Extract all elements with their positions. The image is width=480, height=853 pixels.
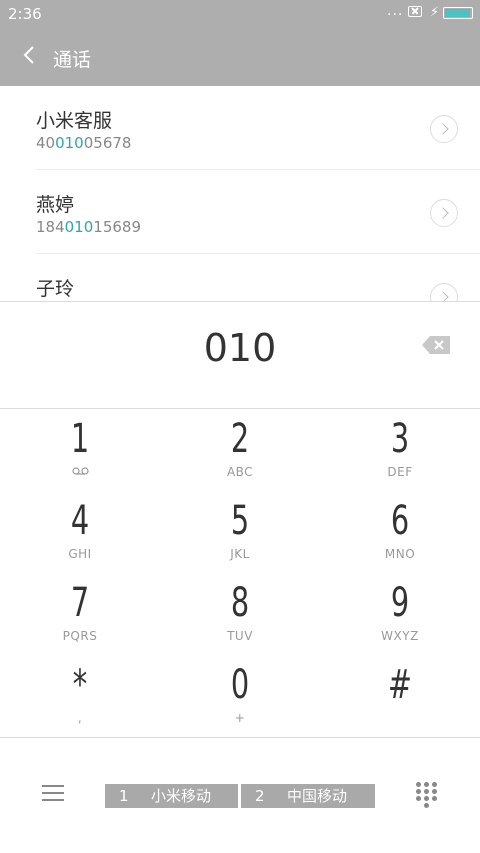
dial-display: 010 xyxy=(0,301,480,409)
key-0[interactable]: 0 + xyxy=(160,655,320,737)
voicemail-icon xyxy=(72,467,89,475)
contact-name: 小米客服 xyxy=(36,110,113,132)
sim-selector: 1 小米移动 2 中国移动 xyxy=(105,784,375,808)
more-notifications-icon: ... xyxy=(387,3,404,19)
charging-icon: ⚡ xyxy=(430,5,440,20)
back-icon[interactable] xyxy=(20,44,42,66)
contact-number: 4001005678 xyxy=(36,134,132,152)
key-letters: ABC xyxy=(226,465,254,479)
key-digit: 1 xyxy=(70,416,90,462)
chevron-right-icon[interactable] xyxy=(430,115,458,143)
sim-slot: 1 xyxy=(119,787,129,805)
chevron-right-icon[interactable] xyxy=(430,283,458,301)
key-digit: 0 xyxy=(230,662,250,708)
status-time: 2:36 xyxy=(8,5,42,23)
key-3[interactable]: 3 DEF xyxy=(320,409,480,491)
key-letters: DEF xyxy=(387,465,413,479)
key-letters: JKL xyxy=(230,547,250,561)
key-5[interactable]: 5 JKL xyxy=(160,491,320,573)
contact-number: 18401015689 xyxy=(36,218,141,236)
app-header: 通话 xyxy=(0,28,480,86)
battery-icon xyxy=(443,7,473,19)
key-hash[interactable]: # xyxy=(320,655,480,737)
backspace-icon[interactable] xyxy=(421,335,451,355)
contact-suggestion-list: 小米客服 4001005678 燕婷 18401015689 子玲 xyxy=(0,86,480,301)
key-2[interactable]: 2 ABC xyxy=(160,409,320,491)
key-6[interactable]: 6 MNO xyxy=(320,491,480,573)
key-9[interactable]: 9 WXYZ xyxy=(320,573,480,655)
key-8[interactable]: 8 TUV xyxy=(160,573,320,655)
key-digit: 4 xyxy=(70,498,90,544)
sim-carrier: 小米移动 xyxy=(151,787,212,805)
key-digit: 3 xyxy=(390,416,410,462)
no-sim-icon xyxy=(408,6,422,17)
sim-slot: 2 xyxy=(255,787,265,805)
key-digit: 8 xyxy=(230,580,250,626)
status-bar: 2:36 ... ⚡ xyxy=(0,0,480,28)
contact-name: 燕婷 xyxy=(36,194,75,216)
sim1-call-button[interactable]: 1 小米移动 xyxy=(105,784,238,808)
key-digit: 5 xyxy=(230,498,250,544)
dialpad-icon[interactable] xyxy=(416,782,438,810)
sim-carrier: 中国移动 xyxy=(287,787,348,805)
dial-keypad: 1 2 ABC 3 DEF 4 GHI 5 JKL 6 MNO 7 PQRS 8… xyxy=(0,409,480,737)
contact-row[interactable]: 燕婷 18401015689 xyxy=(0,170,480,254)
key-digit: # xyxy=(387,662,413,708)
key-4[interactable]: 4 GHI xyxy=(0,491,160,573)
dialed-number: 010 xyxy=(203,326,277,370)
contact-row[interactable]: 子玲 xyxy=(0,254,480,301)
sim2-call-button[interactable]: 2 中国移动 xyxy=(241,784,375,808)
key-7[interactable]: 7 PQRS xyxy=(0,573,160,655)
divider xyxy=(0,737,480,738)
key-1[interactable]: 1 xyxy=(0,409,160,491)
key-letters: + xyxy=(234,711,246,725)
key-letters: MNO xyxy=(384,547,416,561)
key-digit: 2 xyxy=(230,416,250,462)
key-letters: GHI xyxy=(68,547,92,561)
key-digit: * xyxy=(72,662,88,708)
page-title: 通话 xyxy=(53,49,92,71)
contact-row[interactable]: 小米客服 4001005678 xyxy=(0,86,480,170)
key-digit: 6 xyxy=(390,498,410,544)
key-letters: WXYZ xyxy=(381,629,419,643)
key-letters: , xyxy=(77,711,83,725)
key-letters: TUV xyxy=(227,629,253,643)
contact-name: 子玲 xyxy=(36,278,75,300)
menu-icon[interactable] xyxy=(42,783,64,803)
chevron-right-icon[interactable] xyxy=(430,199,458,227)
key-digit: 7 xyxy=(70,580,90,626)
key-star[interactable]: * , xyxy=(0,655,160,737)
key-letters: PQRS xyxy=(62,629,98,643)
key-digit: 9 xyxy=(390,580,410,626)
